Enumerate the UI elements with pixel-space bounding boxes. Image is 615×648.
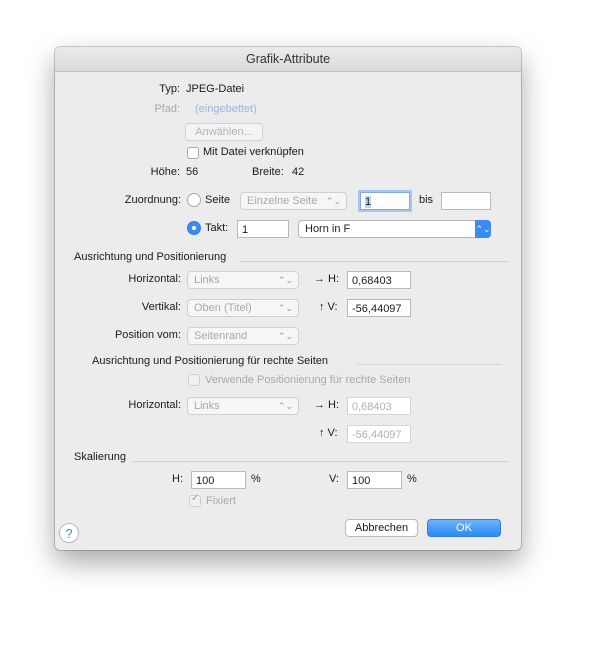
seite-radio[interactable]: [187, 193, 201, 207]
link-file-checkbox[interactable]: [187, 147, 199, 159]
anwaehlen-button[interactable]: Anwählen...: [185, 123, 263, 141]
scale-h-input[interactable]: 100: [191, 471, 246, 489]
typ-value: JPEG-Datei: [186, 83, 245, 95]
stepper-icon: ⌃⌄: [277, 401, 293, 411]
h-offset-label: → H:: [314, 273, 340, 285]
v-offset-input[interactable]: -56,44097: [347, 299, 411, 317]
position-label: Position vom:: [114, 329, 181, 341]
scale-h-unit: %: [251, 473, 261, 485]
horizontal-label: Horizontal:: [128, 273, 181, 285]
position-popup[interactable]: Seitenrand ⌃⌄: [187, 327, 299, 345]
typ-label: Typ:: [159, 83, 180, 95]
right-horizontal-value: Links: [194, 400, 220, 412]
right-v-offset-label: ↑ V:: [319, 427, 338, 439]
link-file-label: Mit Datei verknüpfen: [203, 146, 304, 158]
right-v-offset-input[interactable]: -56,44097: [347, 425, 411, 443]
pfad-value: (eingebettet): [195, 103, 257, 115]
fixiert-label: Fixiert: [206, 495, 236, 507]
position-value: Seitenrand: [194, 330, 248, 342]
use-right-pages-checkbox[interactable]: [188, 374, 200, 386]
vertikal-value: Oben (Titel): [194, 302, 252, 314]
stepper-icon: ⌃⌄: [277, 275, 293, 285]
right-h-offset-input[interactable]: 0,68403: [347, 397, 411, 415]
cancel-button[interactable]: Abbrechen: [345, 519, 418, 537]
vertikal-popup[interactable]: Oben (Titel) ⌃⌄: [187, 299, 299, 317]
vertikal-label: Vertikal:: [141, 301, 181, 313]
ausrichtung-section-title: Ausrichtung und Positionierung: [74, 251, 227, 263]
seite-to-input[interactable]: [441, 192, 491, 210]
pfad-label: Pfad:: [154, 103, 180, 115]
scale-v-label: V:: [329, 473, 339, 485]
hoehe-label: Höhe:: [150, 166, 180, 178]
instrument-popup[interactable]: Horn in F ⌃⌄: [298, 220, 491, 238]
takt-input[interactable]: 1: [237, 220, 289, 238]
seite-type-value: Einzelne Seite: [247, 195, 318, 207]
right-h-offset-label: → H:: [314, 399, 340, 411]
stepper-icon: ⌃⌄: [277, 303, 293, 313]
right-horizontal-popup[interactable]: Links ⌃⌄: [187, 397, 299, 415]
horizontal-popup[interactable]: Links ⌃⌄: [187, 271, 299, 289]
seite-label: Seite: [205, 194, 231, 206]
scale-v-unit: %: [407, 473, 417, 485]
check-icon: ✓: [191, 493, 200, 504]
seite-type-popup[interactable]: Einzelne Seite ⌃⌄: [240, 192, 347, 210]
takt-radio[interactable]: [187, 221, 201, 235]
stepper-icon: ⌃⌄: [277, 331, 293, 341]
hoehe-value: 56: [186, 166, 199, 178]
stepper-icon: ⌃⌄: [325, 196, 341, 206]
seite-from-input[interactable]: 1: [360, 192, 410, 210]
stepper-icon: ⌃⌄: [475, 220, 491, 238]
instrument-value: Horn in F: [305, 223, 351, 235]
breite-value: 42: [292, 166, 305, 178]
v-offset-label: ↑ V:: [319, 301, 338, 313]
grafik-attribute-dialog: Grafik-Attribute Typ: JPEG-Datei Pfad: (…: [55, 47, 521, 550]
takt-label: Takt:: [205, 222, 229, 234]
right-horizontal-label: Horizontal:: [128, 399, 181, 411]
help-button[interactable]: ?: [59, 523, 79, 543]
horizontal-value: Links: [194, 274, 220, 286]
window-title: Grafik-Attribute: [55, 47, 521, 72]
scale-v-input[interactable]: 100: [347, 471, 402, 489]
bis-label: bis: [419, 194, 434, 206]
scale-h-label: H:: [172, 473, 183, 485]
skalierung-section-title: Skalierung: [74, 451, 126, 463]
h-offset-input[interactable]: 0,68403: [347, 271, 411, 289]
ok-button[interactable]: OK: [427, 519, 501, 537]
rechte-seiten-section-title: Ausrichtung und Positionierung für recht…: [92, 355, 329, 367]
zuordnung-label: Zuordnung:: [124, 194, 181, 206]
use-right-pages-label: Verwende Positionierung für rechte Seite…: [205, 374, 411, 386]
fixiert-checkbox[interactable]: ✓: [189, 493, 201, 507]
breite-label: Breite:: [252, 166, 284, 178]
